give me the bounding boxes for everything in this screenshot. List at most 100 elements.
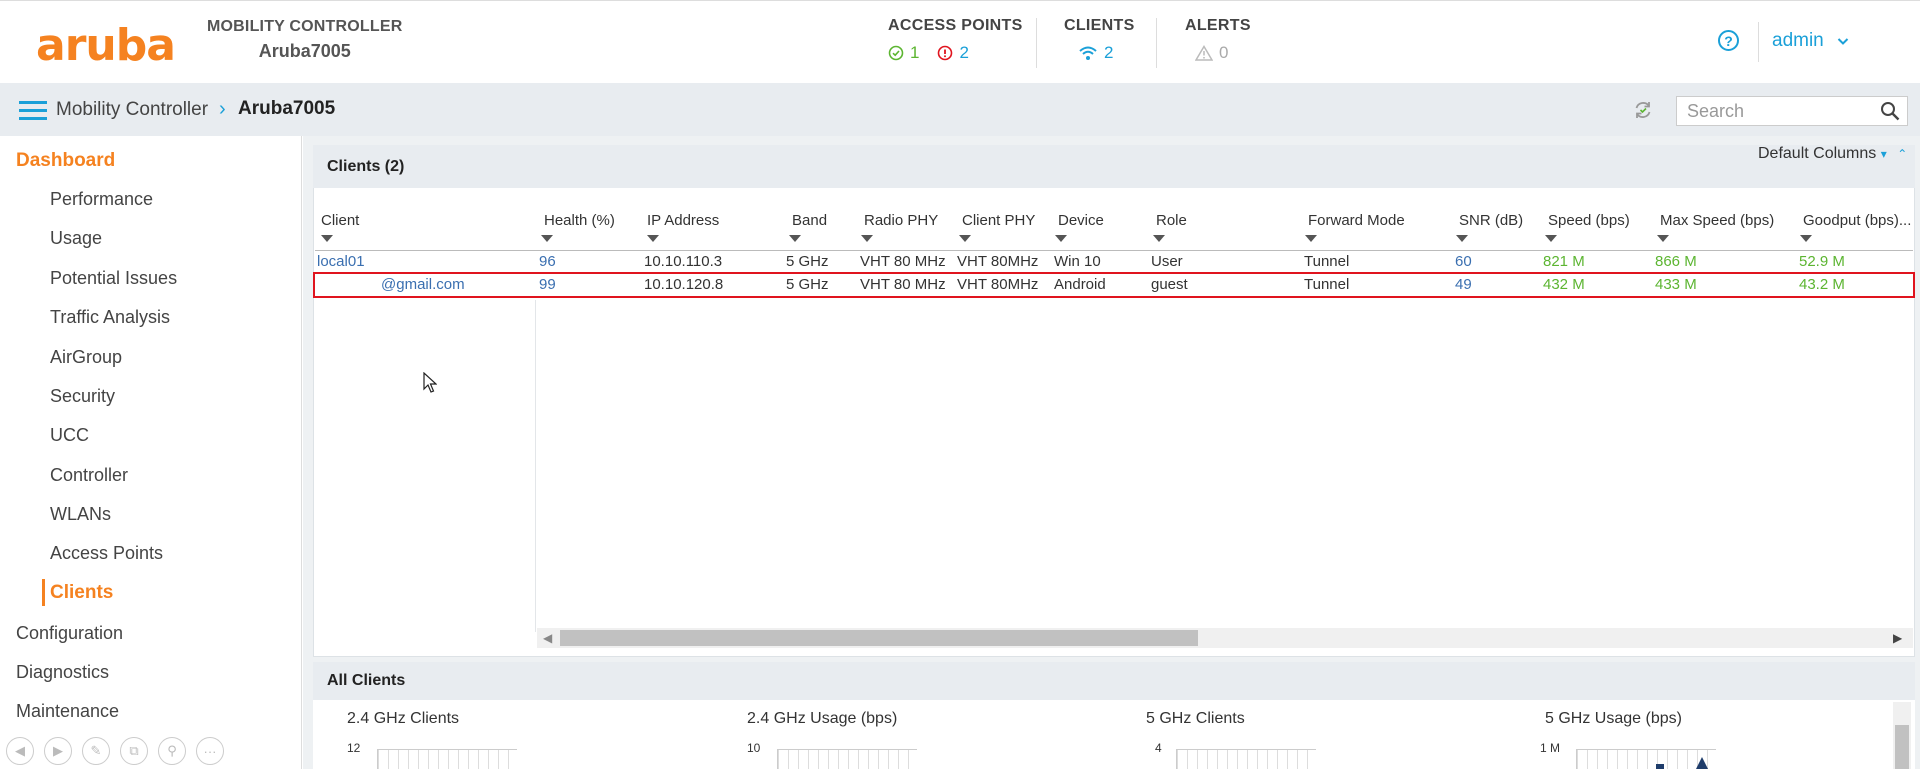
default-columns-dropdown[interactable]: Default Columns ▾ ⌃ [1758,145,1907,163]
breadcrumb-parent[interactable]: Mobility Controller [56,99,208,121]
filter-icon[interactable] [1305,235,1317,242]
chart-title: 5 GHz Clients [1146,710,1245,727]
scrollbar-thumb[interactable] [1895,725,1909,769]
client-phy-cell: VHT 80MHz [957,276,1039,293]
health-cell: 96 [539,253,556,270]
speed-cell: 432 M [1543,276,1585,293]
speed-cell: 821 M [1543,253,1585,270]
ap-down-count: 2 [959,43,969,62]
default-columns-label: Default Columns [1758,145,1877,162]
column-header[interactable]: Health (%) [544,212,615,229]
radio-phy-cell: VHT 80 MHz [860,276,946,293]
access-points-stat[interactable]: ACCESS POINTS 1 2 [888,17,1023,63]
scroll-right-icon[interactable]: ▶ [1893,631,1902,645]
clients-panel-header [313,145,1915,188]
nav-performance[interactable]: Performance [50,189,153,210]
filter-icon[interactable] [647,235,659,242]
column-header[interactable]: IP Address [647,212,719,229]
collapse-icon[interactable]: ⌃ [1897,147,1907,161]
filter-icon[interactable] [541,235,553,242]
column-header[interactable]: Client PHY [962,212,1035,229]
nav-diagnostics[interactable]: Diagnostics [16,662,109,683]
chevron-down-icon [1837,38,1849,45]
active-indicator [42,579,45,606]
column-header[interactable]: Max Speed (bps) [1660,212,1774,229]
nav-controller[interactable]: Controller [50,465,128,486]
scroll-left-icon[interactable]: ◀ [543,631,552,645]
filter-icon[interactable] [789,235,801,242]
chart-title: 2.4 GHz Usage (bps) [747,710,898,727]
client-name[interactable]: local01 [317,253,365,270]
filter-icon[interactable] [1153,235,1165,242]
menu-icon[interactable] [19,101,47,121]
controller-name: Aruba7005 [258,41,351,61]
clients-panel-title: Clients (2) [327,158,405,175]
username: admin [1772,30,1824,51]
frozen-column-divider [535,300,536,632]
caret-down-icon: ▾ [1880,147,1887,161]
usage-chart-marks [1656,757,1708,769]
nav-potential-issues[interactable]: Potential Issues [50,268,177,289]
divider [1758,22,1759,62]
bottom-toolbar: ◀ ▶ ✎ ⧉ ⚲ ··· [6,737,224,765]
edit-icon[interactable]: ✎ [82,737,110,765]
scrollbar-thumb[interactable] [560,630,1198,646]
search-input[interactable]: Search [1676,96,1908,126]
alerts-stat[interactable]: ALERTS 0 [1185,17,1251,63]
nav-access-points[interactable]: Access Points [50,543,163,564]
band-cell: 5 GHz [786,276,829,293]
ip-cell: 10.10.110.3 [644,253,723,270]
aruba-logo[interactable]: aruba [36,20,176,71]
nav-configuration[interactable]: Configuration [16,623,123,644]
nav-security[interactable]: Security [50,386,115,407]
filter-icon[interactable] [1657,235,1669,242]
copy-icon[interactable]: ⧉ [120,737,148,765]
column-header[interactable]: SNR (dB) [1459,212,1523,229]
column-header[interactable]: Device [1058,212,1104,229]
column-header[interactable]: Radio PHY [864,212,938,229]
forward-icon[interactable]: ▶ [44,737,72,765]
snr-cell: 49 [1455,276,1472,293]
warning-triangle-icon [1195,45,1213,61]
column-header[interactable]: Goodput (bps)... [1803,212,1911,229]
alerts-title: ALERTS [1185,17,1251,34]
nav-airgroup[interactable]: AirGroup [50,347,122,368]
all-clients-title: All Clients [327,672,406,689]
snr-cell: 60 [1455,253,1472,270]
user-menu[interactable]: admin [1772,30,1849,52]
access-points-title: ACCESS POINTS [888,17,1023,34]
filter-icon[interactable] [861,235,873,242]
help-icon[interactable]: ? [1718,30,1739,51]
filter-icon[interactable] [1055,235,1067,242]
filter-icon[interactable] [1800,235,1812,242]
clients-title: CLIENTS [1064,17,1135,34]
max-speed-cell: 433 M [1655,276,1697,293]
nav-usage[interactable]: Usage [50,228,102,249]
client-name[interactable]: @gmail.com [381,276,465,293]
filter-icon[interactable] [959,235,971,242]
filter-icon[interactable] [321,235,333,242]
nav-dashboard[interactable]: Dashboard [16,150,115,172]
nav-ucc[interactable]: UCC [50,425,89,446]
column-header[interactable]: Band [792,212,827,229]
nav-wlans[interactable]: WLANs [50,504,111,525]
nav-traffic-analysis[interactable]: Traffic Analysis [50,307,170,328]
column-header[interactable]: Forward Mode [1308,212,1405,229]
chart-title: 2.4 GHz Clients [347,710,460,727]
clients-stat[interactable]: CLIENTS 2 [1064,17,1135,63]
back-icon[interactable]: ◀ [6,737,34,765]
zoom-icon[interactable]: ⚲ [158,737,186,765]
search-icon[interactable] [1880,101,1900,121]
column-header[interactable]: Role [1156,212,1187,229]
forward-mode-cell: Tunnel [1304,253,1350,270]
mouse-cursor-icon [423,372,437,393]
more-icon[interactable]: ··· [196,737,224,765]
column-header[interactable]: Client [321,212,359,229]
nav-clients[interactable]: Clients [50,582,113,604]
role-cell: guest [1151,276,1188,293]
filter-icon[interactable] [1456,235,1468,242]
refresh-icon[interactable] [1632,99,1654,121]
nav-maintenance[interactable]: Maintenance [16,701,119,722]
filter-icon[interactable] [1545,235,1557,242]
column-header[interactable]: Speed (bps) [1548,212,1630,229]
